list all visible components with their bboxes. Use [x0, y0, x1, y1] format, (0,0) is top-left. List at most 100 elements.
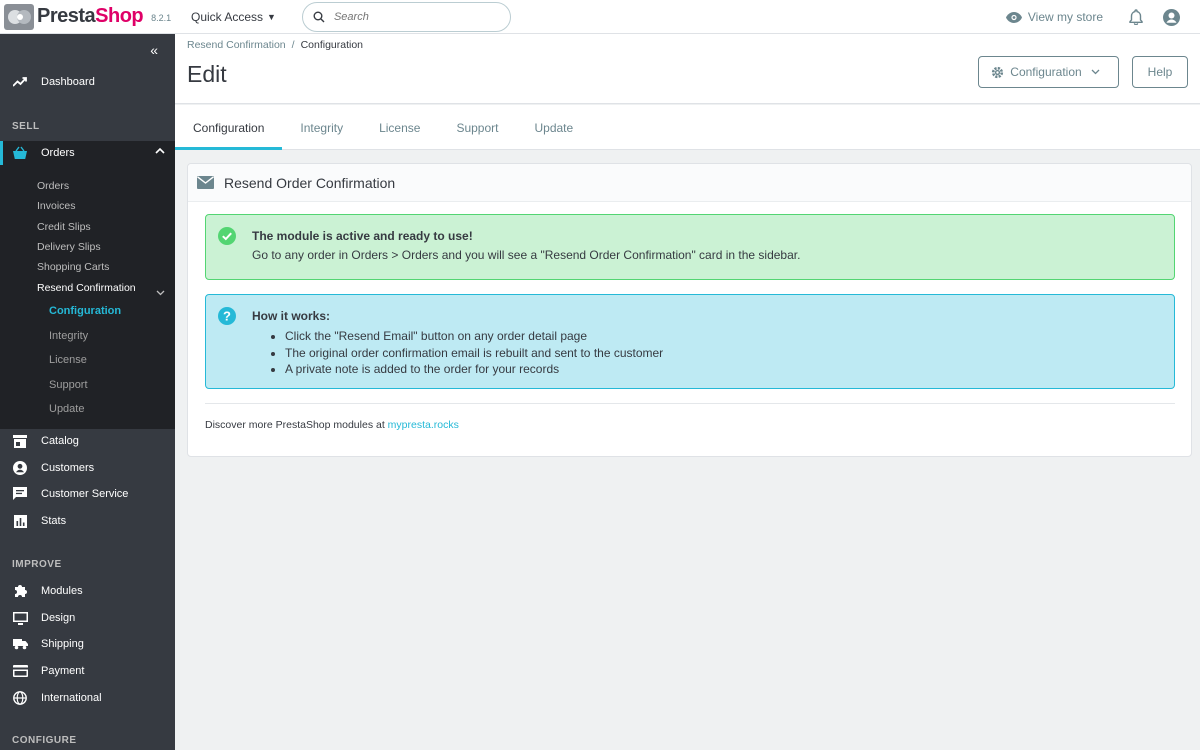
sidebar-item-design[interactable]: Design: [0, 605, 175, 631]
chevron-down-icon: [1091, 65, 1106, 79]
sidebar-item-international[interactable]: International: [0, 685, 175, 711]
sidebar-item-stats[interactable]: Stats: [0, 508, 175, 534]
sidebar-subitem-credit-slips[interactable]: Credit Slips: [37, 221, 91, 233]
search-icon: [313, 11, 325, 22]
breadcrumb-current: Configuration: [300, 39, 364, 51]
sidebar-item-catalog[interactable]: Catalog: [0, 428, 175, 454]
puzzle-icon: [12, 583, 28, 599]
breadcrumb: Resend Confirmation / Configuration: [187, 39, 364, 51]
sidebar-subsubitem-configuration[interactable]: Configuration: [49, 305, 121, 317]
success-alert-text: Go to any order in Orders > Orders and y…: [252, 248, 801, 262]
list-item: The original order confirmation email is…: [285, 345, 1174, 362]
section-label-configure: CONFIGURE: [12, 735, 77, 746]
tab-integrity[interactable]: Integrity: [282, 105, 361, 150]
desktop-icon: [12, 610, 28, 626]
help-circle-icon: ?: [218, 307, 236, 328]
orders-submenu: Orders Orders Invoices Credit Slips Deli…: [0, 141, 175, 429]
config-panel: Resend Order Confirmation The module is …: [187, 163, 1192, 457]
chat-icon: [12, 486, 28, 502]
sidebar-item-label: Orders: [41, 147, 75, 159]
divider: [205, 403, 1175, 404]
breadcrumb-parent-link[interactable]: Resend Confirmation: [187, 39, 286, 51]
sidebar-item-customers[interactable]: Customers: [0, 455, 175, 481]
sidebar-subitem-invoices[interactable]: Invoices: [37, 200, 76, 212]
configuration-button-label: Configuration: [1010, 65, 1082, 79]
section-label-improve: IMPROVE: [12, 559, 62, 570]
sidebar-item-shipping[interactable]: Shipping: [0, 631, 175, 657]
sidebar-item-label: Stats: [41, 515, 67, 527]
envelope-icon: [197, 176, 214, 189]
info-alert-list: Click the "Resend Email" button on any o…: [285, 328, 1174, 378]
sidebar-item-payment[interactable]: Payment: [0, 658, 175, 684]
sidebar-item-label: Design: [41, 612, 76, 624]
account-circle-icon: [12, 460, 28, 476]
sidebar-item-label: Dashboard: [41, 76, 95, 88]
info-alert: ? How it works: Click the "Resend Email"…: [205, 294, 1175, 389]
success-alert: The module is active and ready to use! G…: [205, 214, 1175, 280]
search-box[interactable]: [301, 1, 511, 32]
page-title: Edit: [187, 61, 227, 87]
account-icon[interactable]: [1163, 8, 1180, 26]
panel-title: Resend Order Confirmation: [224, 174, 396, 191]
tab-bar: Configuration Integrity License Support …: [175, 105, 1200, 150]
sidebar-subitem-shopping-carts[interactable]: Shopping Carts: [37, 261, 109, 273]
panel-header: Resend Order Confirmation: [188, 164, 1191, 202]
help-button[interactable]: Help: [1132, 56, 1188, 88]
sidebar-subsubitem-integrity[interactable]: Integrity: [49, 330, 88, 342]
sidebar-item-orders[interactable]: Orders: [0, 141, 175, 165]
basket-icon: [12, 146, 28, 160]
eye-icon: [1005, 11, 1022, 23]
globe-icon: [12, 690, 28, 706]
section-label-sell: SELL: [12, 121, 40, 132]
sidebar-item-label: Payment: [41, 665, 85, 677]
sidebar-subsubitem-update[interactable]: Update: [49, 403, 84, 415]
sidebar-subitem-orders[interactable]: Orders: [37, 180, 69, 192]
quick-access-dropdown[interactable]: Quick Access ▼: [191, 10, 276, 24]
truck-icon: [12, 636, 28, 652]
top-header: PrestaShop 8.2.1 Quick Access ▼ View my …: [0, 0, 1200, 34]
sidebar: « Dashboard SELL Orders Orders Invoices …: [0, 34, 175, 750]
configuration-dropdown-button[interactable]: Configuration: [978, 56, 1119, 88]
chevron-up-icon: [155, 146, 165, 159]
sidebar-item-label: Catalog: [41, 435, 79, 447]
mypresta-link[interactable]: mypresta.rocks: [388, 419, 459, 431]
view-store-link[interactable]: View my store: [1005, 10, 1103, 24]
chevron-down-icon: [156, 284, 165, 302]
search-input[interactable]: [333, 10, 494, 23]
discover-footer: Discover more PrestaShop modules at mypr…: [205, 419, 459, 431]
bar-chart-icon: [12, 513, 28, 529]
list-item: A private note is added to the order for…: [285, 361, 1174, 378]
tab-update[interactable]: Update: [516, 105, 591, 150]
sidebar-item-label: Customers: [41, 462, 95, 474]
sidebar-item-label: Modules: [41, 585, 83, 597]
list-item: Click the "Resend Email" button on any o…: [285, 328, 1174, 345]
trending-up-icon: [12, 74, 28, 90]
collapse-sidebar-icon[interactable]: «: [150, 42, 158, 58]
prestashop-logo-icon: [4, 3, 34, 30]
tab-support[interactable]: Support: [438, 105, 516, 150]
svg-text:?: ?: [223, 309, 231, 324]
sidebar-item-modules[interactable]: Modules: [0, 578, 175, 604]
credit-card-icon: [12, 663, 28, 679]
sidebar-item-label: International: [41, 692, 102, 704]
sidebar-item-label: Shipping: [41, 638, 84, 650]
sidebar-subitem-resend-confirmation-label[interactable]: Resend Confirmation: [37, 282, 136, 294]
quick-access-label: Quick Access: [191, 9, 264, 24]
tab-license[interactable]: License: [361, 105, 438, 150]
logo-text: PrestaShop: [37, 5, 144, 27]
sidebar-item-customer-service[interactable]: Customer Service: [0, 481, 175, 507]
sidebar-item-dashboard[interactable]: Dashboard: [0, 69, 175, 95]
sidebar-subsubitem-support[interactable]: Support: [49, 379, 88, 391]
caret-down-icon: ▼: [267, 11, 276, 22]
sidebar-subitem-delivery-slips[interactable]: Delivery Slips: [37, 241, 101, 253]
logo[interactable]: PrestaShop 8.2.1: [0, 0, 175, 34]
sidebar-subsubitem-license[interactable]: License: [49, 354, 87, 366]
tab-configuration[interactable]: Configuration: [175, 105, 283, 150]
storefront-icon: [12, 433, 28, 449]
check-circle-icon: [218, 227, 236, 248]
sidebar-item-label: Customer Service: [41, 488, 129, 500]
version-label: 8.2.1: [151, 13, 172, 23]
success-alert-title: The module is active and ready to use!: [252, 229, 473, 243]
bell-icon[interactable]: [1129, 9, 1143, 25]
gear-icon: [992, 66, 1004, 78]
